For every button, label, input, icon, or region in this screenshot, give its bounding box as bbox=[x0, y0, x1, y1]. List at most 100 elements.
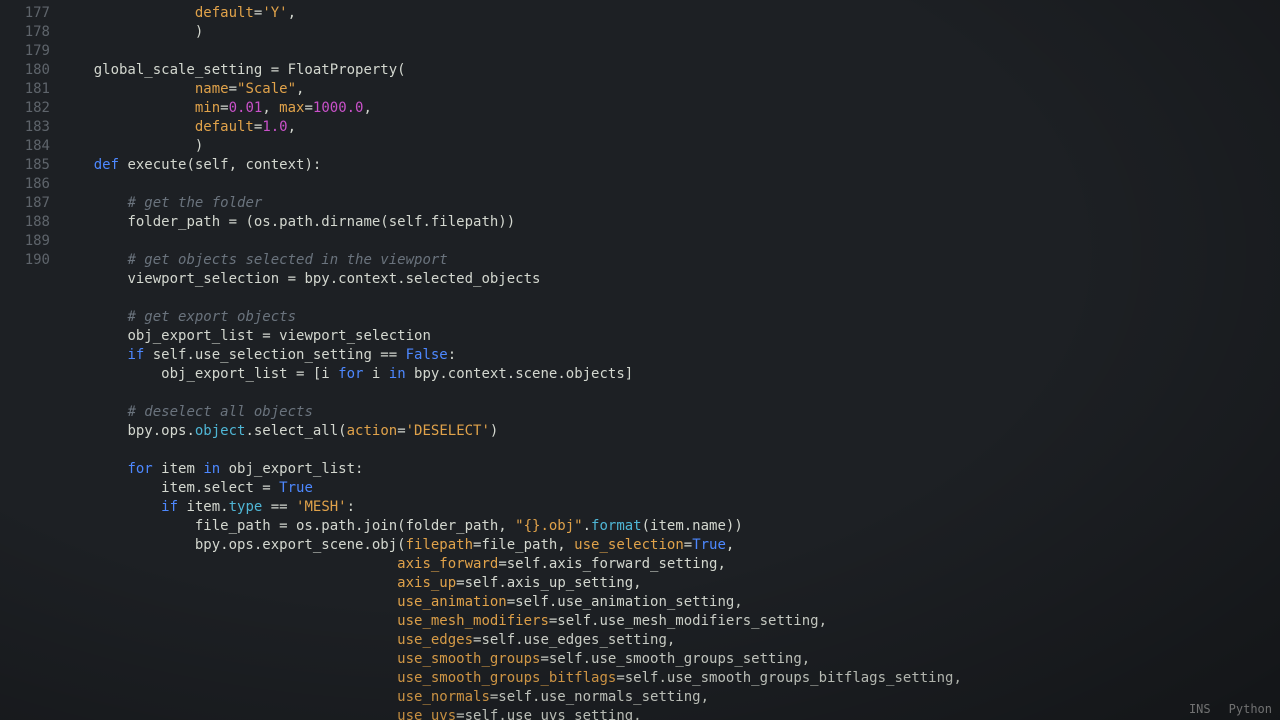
code-line[interactable]: bpy.ops.export_scene.obj(filepath=file_p… bbox=[60, 536, 1280, 555]
token-plain: =self.use_mesh_modifiers_setting, bbox=[549, 613, 827, 629]
line-number: 187 bbox=[0, 194, 50, 213]
token-plain: .select_all( bbox=[245, 423, 346, 439]
code-line[interactable]: default='Y', bbox=[60, 4, 1280, 23]
code-line[interactable] bbox=[60, 175, 1280, 194]
token-plain: =file_path, bbox=[473, 537, 574, 553]
code-line[interactable] bbox=[60, 232, 1280, 251]
token-plain: =self.use_uvs_setting, bbox=[456, 708, 641, 720]
line-number: 182 bbox=[0, 99, 50, 118]
token-plain: bpy.ops. bbox=[127, 423, 194, 439]
code-line[interactable]: ) bbox=[60, 137, 1280, 156]
line-number: 178 bbox=[0, 23, 50, 42]
token-plain: , bbox=[288, 119, 296, 135]
token-plain: viewport_selection = bpy.context.selecte… bbox=[127, 271, 540, 287]
line-number: 179 bbox=[0, 42, 50, 61]
code-area[interactable]: default='Y', ) global_scale_setting = Fl… bbox=[60, 0, 1280, 720]
code-line[interactable] bbox=[60, 441, 1280, 460]
line-number bbox=[0, 688, 50, 707]
code-line[interactable]: axis_forward=self.axis_forward_setting, bbox=[60, 555, 1280, 574]
token-plain: =self.axis_up_setting, bbox=[456, 575, 641, 591]
token-arg: use_selection bbox=[574, 537, 684, 553]
token-plain: ) bbox=[195, 138, 203, 154]
token-plain: , bbox=[363, 100, 371, 116]
code-line[interactable]: obj_export_list = [i for i in bpy.contex… bbox=[60, 365, 1280, 384]
line-number bbox=[0, 460, 50, 479]
token-plain: =self.axis_forward_setting, bbox=[498, 556, 726, 572]
line-number bbox=[0, 631, 50, 650]
line-number bbox=[0, 384, 50, 403]
token-mem: format bbox=[591, 518, 642, 534]
code-line[interactable]: # get objects selected in the viewport bbox=[60, 251, 1280, 270]
token-arg: default bbox=[195, 5, 254, 21]
code-line[interactable]: name="Scale", bbox=[60, 80, 1280, 99]
code-line[interactable]: folder_path = (os.path.dirname(self.file… bbox=[60, 213, 1280, 232]
line-number bbox=[0, 574, 50, 593]
code-line[interactable]: ) bbox=[60, 23, 1280, 42]
token-plain: , bbox=[296, 81, 304, 97]
code-line[interactable]: if self.use_selection_setting == False: bbox=[60, 346, 1280, 365]
token-const: True bbox=[692, 537, 726, 553]
token-plain: item bbox=[153, 461, 204, 477]
token-arg: axis_forward bbox=[397, 556, 498, 572]
token-plain: , bbox=[262, 100, 279, 116]
token-plain: =self.use_normals_setting, bbox=[490, 689, 709, 705]
code-line[interactable]: def execute(self, context): bbox=[60, 156, 1280, 175]
code-line[interactable]: use_animation=self.use_animation_setting… bbox=[60, 593, 1280, 612]
token-plain: i bbox=[363, 366, 388, 382]
code-line[interactable]: use_smooth_groups=self.use_smooth_groups… bbox=[60, 650, 1280, 669]
token-plain: obj_export_list: bbox=[220, 461, 363, 477]
code-line[interactable] bbox=[60, 289, 1280, 308]
token-plain: =self.use_smooth_groups_setting, bbox=[540, 651, 810, 667]
line-number: 183 bbox=[0, 118, 50, 137]
token-arg: axis_up bbox=[397, 575, 456, 591]
line-number bbox=[0, 669, 50, 688]
token-plain: = bbox=[397, 423, 405, 439]
code-line[interactable]: # get the folder bbox=[60, 194, 1280, 213]
code-line[interactable]: # get export objects bbox=[60, 308, 1280, 327]
code-line[interactable]: global_scale_setting = FloatProperty( bbox=[60, 61, 1280, 80]
line-number: 185 bbox=[0, 156, 50, 175]
token-cmt: # get the folder bbox=[127, 195, 262, 211]
line-number bbox=[0, 536, 50, 555]
code-line[interactable]: use_mesh_modifiers=self.use_mesh_modifie… bbox=[60, 612, 1280, 631]
code-line[interactable]: axis_up=self.axis_up_setting, bbox=[60, 574, 1280, 593]
code-line[interactable]: use_smooth_groups_bitflags=self.use_smoo… bbox=[60, 669, 1280, 688]
code-line[interactable]: if item.type == 'MESH': bbox=[60, 498, 1280, 517]
token-plain: obj_export_list = [i bbox=[161, 366, 338, 382]
line-number bbox=[0, 422, 50, 441]
code-line[interactable]: use_edges=self.use_edges_setting, bbox=[60, 631, 1280, 650]
line-number bbox=[0, 517, 50, 536]
code-line[interactable]: viewport_selection = bpy.context.selecte… bbox=[60, 270, 1280, 289]
token-const: False bbox=[406, 347, 448, 363]
token-kw: for bbox=[127, 461, 152, 477]
line-number: 186 bbox=[0, 175, 50, 194]
token-plain: = bbox=[684, 537, 692, 553]
token-plain: : bbox=[347, 499, 355, 515]
code-line[interactable]: item.select = True bbox=[60, 479, 1280, 498]
code-line[interactable]: default=1.0, bbox=[60, 118, 1280, 137]
token-plain: : bbox=[448, 347, 456, 363]
token-num: 1000.0 bbox=[313, 100, 364, 116]
code-line[interactable]: use_normals=self.use_normals_setting, bbox=[60, 688, 1280, 707]
code-line[interactable] bbox=[60, 42, 1280, 61]
token-arg: use_edges bbox=[397, 632, 473, 648]
code-line[interactable]: bpy.ops.object.select_all(action='DESELE… bbox=[60, 422, 1280, 441]
line-number bbox=[0, 707, 50, 720]
token-str: 'DESELECT' bbox=[406, 423, 490, 439]
code-line[interactable]: use_uvs=self.use_uvs_setting, bbox=[60, 707, 1280, 720]
code-line[interactable]: file_path = os.path.join(folder_path, "{… bbox=[60, 517, 1280, 536]
line-number bbox=[0, 327, 50, 346]
token-plain: ) bbox=[195, 24, 203, 40]
token-arg: use_uvs bbox=[397, 708, 456, 720]
token-plain: , bbox=[726, 537, 734, 553]
code-line[interactable]: # deselect all objects bbox=[60, 403, 1280, 422]
token-plain: bpy.context.scene.objects] bbox=[406, 366, 634, 382]
token-kw: in bbox=[389, 366, 406, 382]
code-line[interactable]: obj_export_list = viewport_selection bbox=[60, 327, 1280, 346]
line-number bbox=[0, 479, 50, 498]
code-editor[interactable]: 1771781791801811821831841851861871881891… bbox=[0, 0, 1280, 720]
code-line[interactable]: for item in obj_export_list: bbox=[60, 460, 1280, 479]
code-line[interactable] bbox=[60, 384, 1280, 403]
token-plain: . bbox=[583, 518, 591, 534]
code-line[interactable]: min=0.01, max=1000.0, bbox=[60, 99, 1280, 118]
